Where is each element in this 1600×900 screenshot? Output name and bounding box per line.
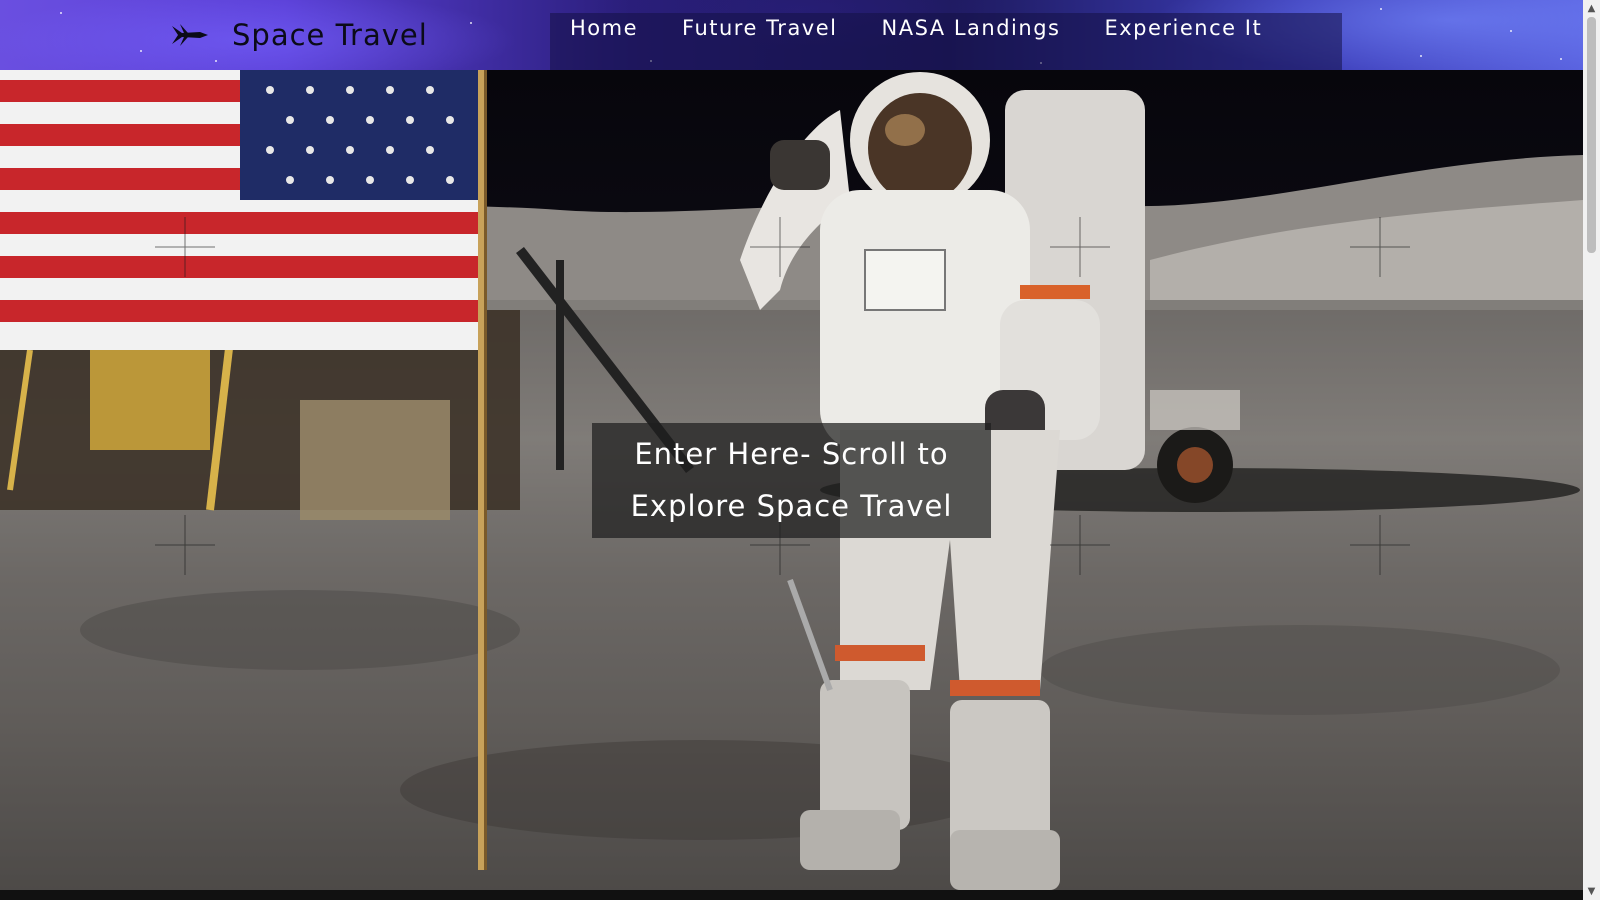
site-header: Space Travel Home Future Travel NASA Lan… — [0, 0, 1583, 70]
nav-future-travel[interactable]: Future Travel — [682, 13, 837, 40]
scroll-thumb[interactable] — [1587, 17, 1596, 253]
scroll-up-arrow-icon[interactable]: ▲ — [1583, 0, 1600, 17]
nav-experience-it[interactable]: Experience It — [1104, 13, 1262, 40]
hero-caption-line-1: Enter Here- Scroll to — [634, 437, 949, 471]
hero-section: Enter Here- Scroll to Explore Space Trav… — [0, 70, 1583, 890]
vertical-scrollbar[interactable]: ▲ ▼ — [1583, 0, 1600, 900]
nav-home[interactable]: Home — [570, 13, 638, 40]
hero-caption[interactable]: Enter Here- Scroll to Explore Space Trav… — [592, 423, 991, 538]
flag-graphic — [0, 70, 480, 350]
main-nav: Home Future Travel NASA Landings Experie… — [550, 13, 1342, 70]
site-title: Space Travel — [232, 18, 428, 52]
page-bottom-edge — [0, 890, 1583, 900]
spaceship-icon — [170, 20, 210, 50]
scroll-down-arrow-icon[interactable]: ▼ — [1583, 883, 1600, 900]
hero-caption-line-2: Explore Space Travel — [630, 489, 953, 523]
site-logo[interactable]: Space Travel — [170, 18, 428, 52]
nav-nasa-landings[interactable]: NASA Landings — [882, 13, 1061, 40]
